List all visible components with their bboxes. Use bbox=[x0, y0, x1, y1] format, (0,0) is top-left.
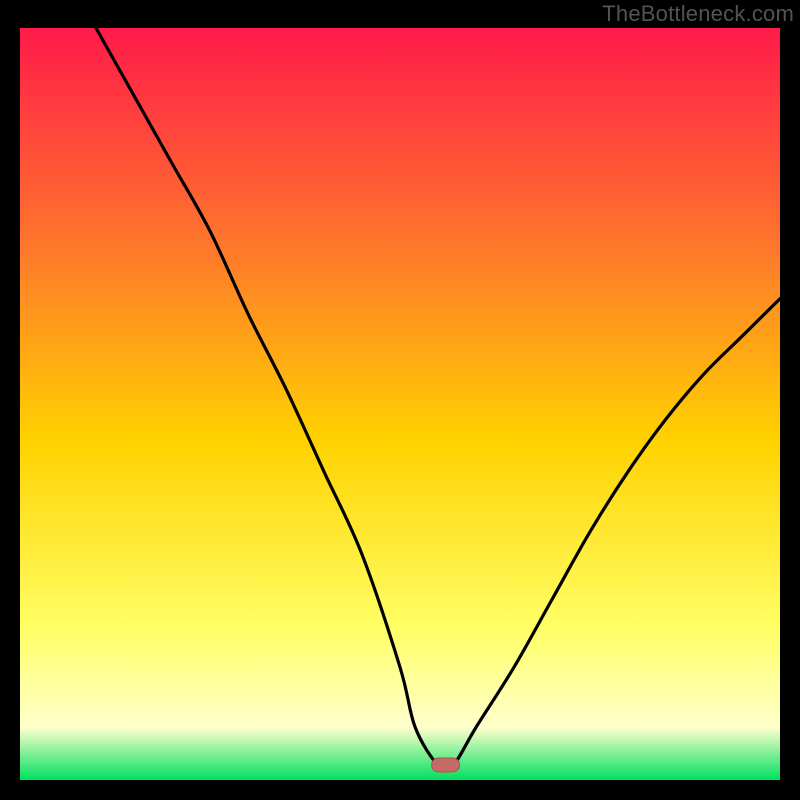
optimal-marker bbox=[432, 758, 460, 772]
frame-left bbox=[0, 0, 20, 800]
frame-right bbox=[780, 0, 800, 800]
watermark-text: TheBottleneck.com bbox=[602, 1, 794, 27]
chart-container: TheBottleneck.com bbox=[0, 0, 800, 800]
frame-bottom bbox=[0, 780, 800, 800]
bottleneck-chart bbox=[0, 0, 800, 800]
